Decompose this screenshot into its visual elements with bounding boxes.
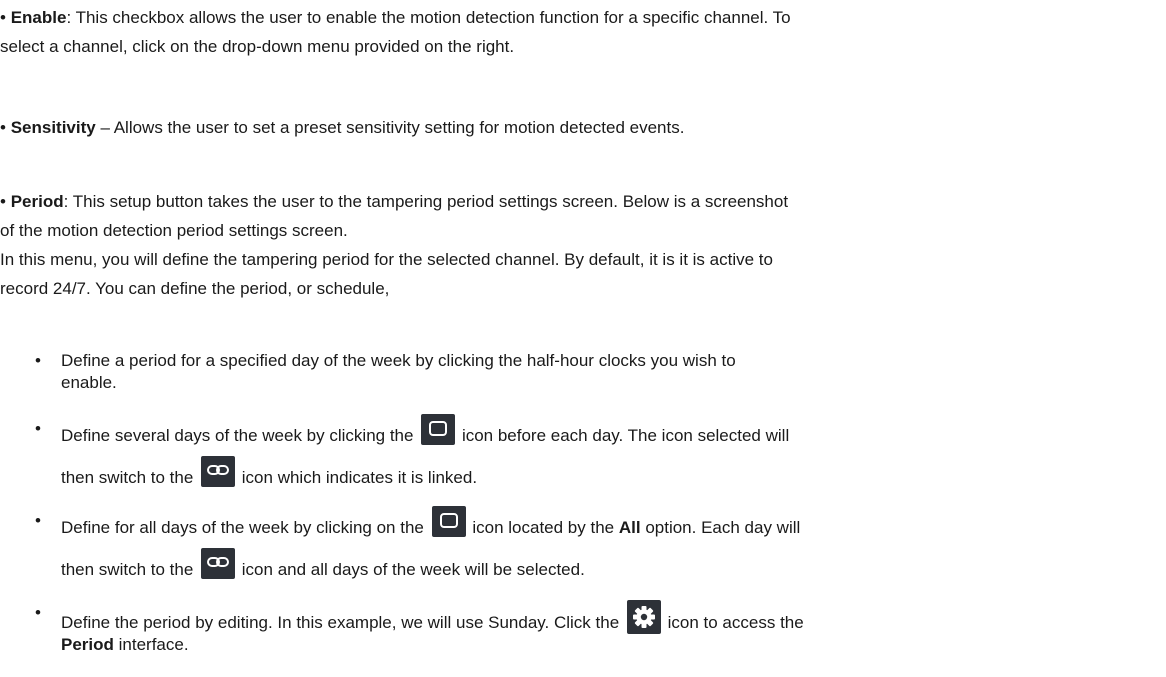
instruction-list: • Define a period for a specified day of… <box>0 346 1166 656</box>
unlinked-square-icon <box>421 414 456 445</box>
item2-text-d: icon which indicates it is linked. <box>241 468 478 487</box>
item1-line1: Define a period for a specified day of t… <box>61 351 736 370</box>
period-text-2: of the motion detection period settings … <box>0 221 348 240</box>
bullet: • <box>35 419 41 438</box>
enable-text-1: : This checkbox allows the user to enabl… <box>66 8 791 27</box>
item4-text-c: interface. <box>118 635 189 654</box>
list-item: • Define a period for a specified day of… <box>0 346 1166 394</box>
enable-line-1: • Enable: This checkbox allows the user … <box>0 3 1160 32</box>
document-page: • Enable: This checkbox allows the user … <box>0 0 1166 677</box>
sensitivity-paragraph: • Sensitivity – Allows the user to set a… <box>0 113 1160 142</box>
term-all: All <box>618 518 641 537</box>
item3-text-a: Define for all days of the week by click… <box>61 518 424 537</box>
item2-text-a: Define several days of the week by click… <box>61 426 414 445</box>
period-text-1: : This setup button takes the user to th… <box>63 192 789 211</box>
item3-text-d: then switch to the <box>61 560 194 579</box>
item3-text-c: option. Each day will <box>645 518 801 537</box>
term-sensitivity: Sensitivity <box>10 118 96 137</box>
list-item: • Define for all days of the week by cli… <box>0 506 1166 590</box>
list-item: • Define several days of the week by cli… <box>0 414 1166 498</box>
bullet: • <box>0 192 6 211</box>
period-text-3: In this menu, you will define the tamper… <box>0 250 773 269</box>
item4-text-b: icon to access the <box>667 613 804 632</box>
term-period: Period <box>10 192 64 211</box>
period-text-4: record 24/7. You can define the period, … <box>0 279 390 298</box>
link-icon <box>201 456 236 487</box>
unlinked-square-icon <box>431 506 466 537</box>
bullet: • <box>0 118 6 137</box>
enable-text-2: select a channel, click on the drop-down… <box>0 37 515 56</box>
link-icon <box>201 548 236 579</box>
sensitivity-text: – Allows the user to set a preset sensit… <box>95 118 685 137</box>
enable-paragraph: • Enable: This checkbox allows the user … <box>0 3 1160 61</box>
term-enable: Enable <box>10 8 67 27</box>
period-line-1: • Period: This setup button takes the us… <box>0 187 1160 216</box>
term-period-interface: Period <box>61 635 114 654</box>
bullet: • <box>0 8 6 27</box>
item1-line2: enable. <box>61 373 117 392</box>
list-item: • Define the period by editing. In this … <box>0 598 1166 656</box>
item2-text-b: icon before each day. The icon selected … <box>461 426 790 445</box>
item3-text-e: icon and all days of the week will be se… <box>241 560 585 579</box>
period-paragraph: • Period: This setup button takes the us… <box>0 187 1160 303</box>
gear-icon <box>626 600 661 634</box>
bullet: • <box>35 351 41 370</box>
bullet: • <box>35 603 41 622</box>
bullet: • <box>35 511 41 530</box>
item3-text-b: icon located by the <box>472 518 615 537</box>
item2-text-c: then switch to the <box>61 468 194 487</box>
item4-text-a: Define the period by editing. In this ex… <box>61 613 620 632</box>
